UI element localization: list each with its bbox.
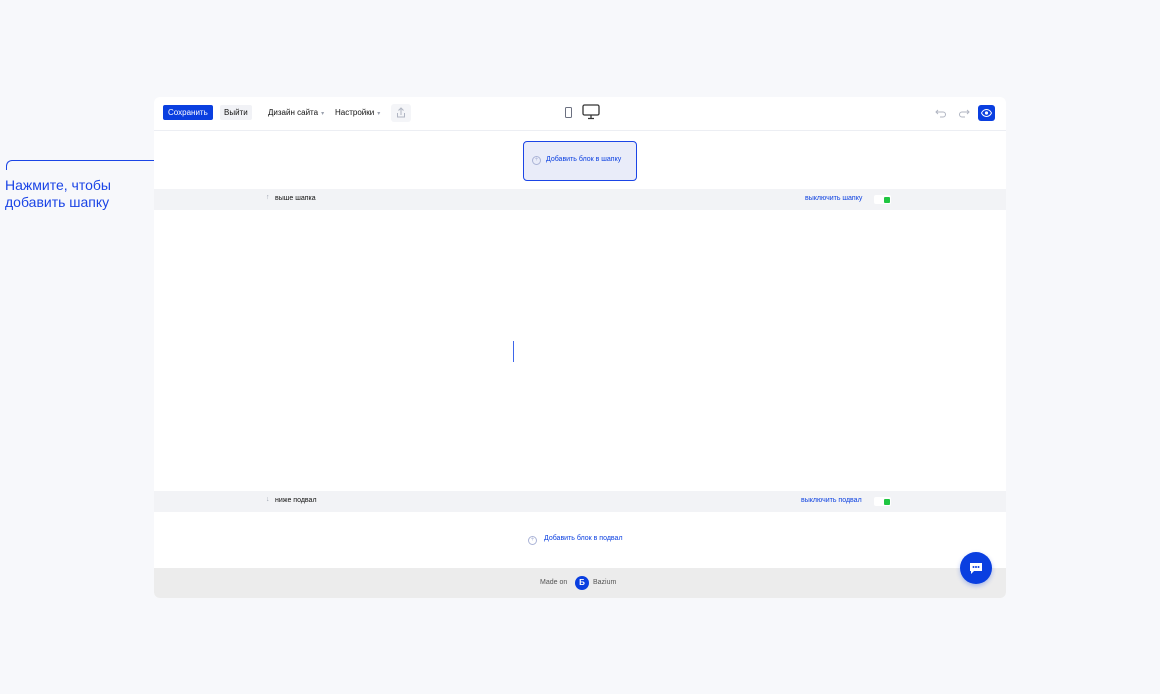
exit-button[interactable]: Выйти <box>220 105 252 120</box>
add-header-label: Добавить блок в шапку <box>546 156 622 163</box>
redo-icon[interactable] <box>958 108 970 118</box>
header-toggle[interactable] <box>874 195 891 204</box>
undo-icon[interactable] <box>935 108 947 118</box>
disable-header-link[interactable]: выключить шапку <box>805 195 862 202</box>
bazium-logo: Б <box>575 576 589 590</box>
above-header-label: выше шапка <box>275 195 316 202</box>
chevron-down-icon: ▾ <box>377 111 381 117</box>
editor-toolbar: Сохранить Выйти Дизайн сайта ▾ Настройки ▾ <box>154 97 1006 131</box>
add-page-info-label: Добавить информацию на страницу <box>525 348 643 355</box>
site-footer: Made on Б Bazium <box>154 568 1006 598</box>
footer-toggle[interactable] <box>874 497 891 506</box>
phone-icon[interactable] <box>565 107 572 118</box>
desktop-icon[interactable] <box>582 104 600 120</box>
editor-frame: Сохранить Выйти Дизайн сайта ▾ Настройки ▾ <box>154 97 1006 598</box>
below-footer-bar: ↓ ниже подвал выключить подвал <box>154 491 1006 512</box>
made-on-text: Made on <box>540 579 568 586</box>
site-design-menu[interactable]: Дизайн сайта ▾ <box>268 105 324 122</box>
disable-footer-link[interactable]: выключить подвал <box>801 497 862 504</box>
site-design-label: Дизайн сайта <box>268 108 319 117</box>
settings-menu[interactable]: Настройки ▾ <box>335 105 380 122</box>
add-footer-block-button[interactable]: Добавить блок в подвал <box>544 535 623 542</box>
share-icon <box>397 107 405 118</box>
arrow-down-icon: ↓ <box>266 496 270 503</box>
plus-circle-icon: + <box>528 536 537 545</box>
bazium-brand: Bazium <box>593 579 617 586</box>
chevron-down-icon: ▾ <box>321 111 325 117</box>
add-header-block-button[interactable]: + Добавить блок в шапку <box>523 141 637 181</box>
plus-circle-icon: + <box>532 156 541 165</box>
toggle-knob <box>884 197 890 203</box>
chat-icon <box>970 563 982 574</box>
chat-button[interactable] <box>960 552 992 584</box>
below-footer-label: ниже подвал <box>275 497 317 504</box>
settings-label: Настройки <box>335 108 375 117</box>
plus-icon: + <box>493 341 514 362</box>
callout-text: Нажмите, чтобы добавить шапку <box>5 177 111 210</box>
preview-button[interactable] <box>978 105 995 121</box>
eye-icon <box>981 108 992 118</box>
above-header-bar: ↑ выше шапка выключить шапку <box>154 189 1006 210</box>
toggle-knob <box>884 499 890 505</box>
share-button[interactable] <box>391 104 411 122</box>
save-button[interactable]: Сохранить <box>163 105 213 120</box>
arrow-up-icon: ↑ <box>266 194 270 201</box>
